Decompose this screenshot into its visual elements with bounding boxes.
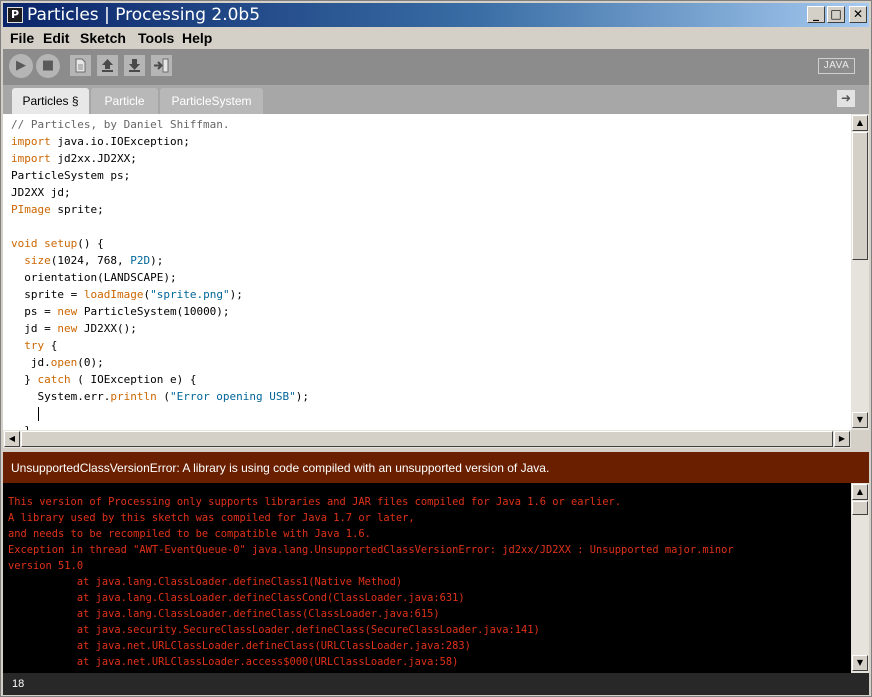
status-message: UnsupportedClassVersionError: A library … xyxy=(11,461,550,475)
code-line: } catch ( IOException e) { xyxy=(11,373,197,386)
console-vertical-scrollbar[interactable]: ▲ ▼ xyxy=(851,483,869,673)
menu-sketch[interactable]: Sketch xyxy=(80,29,126,47)
code-line: jd = new JD2XX(); xyxy=(11,322,137,335)
console-line: A library used by this sketch was compil… xyxy=(8,512,415,524)
console-line: at java.lang.ClassLoader.defineClass(Cla… xyxy=(8,608,440,620)
console-line: and needs to be recompiled to be compati… xyxy=(8,528,371,540)
arrow-right-icon: ▶ xyxy=(838,434,846,443)
new-button[interactable] xyxy=(70,55,91,76)
tab-particles[interactable]: Particles § xyxy=(12,88,89,114)
console-line: at java.net.URLClassLoader.access$000(UR… xyxy=(8,656,459,668)
tab-bar: Particles § Particle ParticleSystem ➜ xyxy=(3,85,869,114)
scroll-right-button[interactable]: ▶ xyxy=(834,431,850,447)
scroll-up-button[interactable]: ▲ xyxy=(852,115,868,131)
mode-selector[interactable]: JAVA xyxy=(818,58,855,74)
save-button[interactable] xyxy=(124,55,145,76)
editor-vertical-scrollbar[interactable]: ▲ ▼ xyxy=(851,114,869,430)
console-output[interactable]: This version of Processing only supports… xyxy=(3,483,851,673)
open-button[interactable] xyxy=(97,55,118,76)
maximize-button[interactable]: □ xyxy=(827,6,845,23)
close-button[interactable]: ✕ xyxy=(849,6,867,23)
console-line: version 51.0 xyxy=(8,560,84,572)
scroll-left-button[interactable]: ◀ xyxy=(4,431,20,447)
console-line: at java.lang.ClassLoader.defineClassCond… xyxy=(8,592,465,604)
arrow-up-icon: ▲ xyxy=(856,118,864,127)
tab-particle[interactable]: Particle xyxy=(91,88,158,114)
minimize-button[interactable]: _ xyxy=(807,6,825,23)
export-button[interactable] xyxy=(151,55,172,76)
code-line: import jd2xx.JD2XX; xyxy=(11,152,137,165)
export-icon xyxy=(154,58,169,73)
code-line: } xyxy=(11,422,309,430)
code-line: // Particles, by Daniel Shiffman. xyxy=(11,118,230,131)
console-line: Exception in thread "AWT-EventQueue-0" j… xyxy=(8,544,734,556)
code-line: jd.open(0); xyxy=(11,356,104,369)
code-line: try { xyxy=(24,339,58,352)
tab-particlesystem[interactable]: ParticleSystem xyxy=(160,88,263,114)
text-caret xyxy=(37,407,39,421)
code-line: System.err.println ("Error opening USB")… xyxy=(11,390,310,403)
console-line: at java.net.URLClassLoader.defineClass(U… xyxy=(8,640,471,652)
play-icon: ▶ xyxy=(16,58,26,73)
console-scroll-up-button[interactable]: ▲ xyxy=(852,484,868,500)
title-bar[interactable]: P Particles | Processing 2.0b5 _ □ ✕ xyxy=(3,3,869,27)
console-scroll-down-button[interactable]: ▼ xyxy=(852,655,868,671)
code-line: import java.io.IOException; xyxy=(11,135,190,148)
code-line: JD2XX jd; xyxy=(11,186,71,199)
stop-icon: ■ xyxy=(41,58,55,73)
toolbar: ▶ ■ JAVA xyxy=(3,49,869,85)
scroll-down-button[interactable]: ▼ xyxy=(852,412,868,428)
code-line: size(1024, 768, P2D); xyxy=(24,254,164,267)
arrow-down-icon: ▼ xyxy=(856,415,864,424)
stop-button[interactable]: ■ xyxy=(36,54,60,78)
code-line xyxy=(11,405,309,422)
horizontal-scroll-thumb[interactable] xyxy=(21,431,833,447)
open-icon xyxy=(102,59,113,72)
menu-edit[interactable]: Edit xyxy=(43,29,69,47)
save-icon xyxy=(129,59,140,72)
code-line: void setup() { xyxy=(11,237,104,250)
scroll-thumb[interactable] xyxy=(852,132,868,260)
code-lines: // Particles, by Daniel Shiffman. import… xyxy=(11,116,309,430)
processing-app-icon: P xyxy=(7,7,23,23)
run-button[interactable]: ▶ xyxy=(9,54,33,78)
window-title: Particles | Processing 2.0b5 xyxy=(27,5,261,25)
new-document-icon xyxy=(75,58,86,73)
menu-bar: File Edit Sketch Tools Help xyxy=(3,27,869,49)
code-line: ps = new ParticleSystem(10000); xyxy=(11,305,230,318)
arrow-up-icon: ▲ xyxy=(856,487,864,496)
console-line: This version of Processing only supports… xyxy=(8,496,622,508)
menu-file[interactable]: File xyxy=(10,29,34,47)
tab-menu-button[interactable]: ➜ xyxy=(837,90,855,107)
app-window: P Particles | Processing 2.0b5 _ □ ✕ Fil… xyxy=(0,0,872,697)
code-line: sprite = loadImage("sprite.png"); xyxy=(11,288,243,301)
arrow-left-icon: ◀ xyxy=(8,434,16,443)
code-line: PImage sprite; xyxy=(11,203,104,216)
arrow-down-icon: ▼ xyxy=(856,658,864,667)
console-lines: This version of Processing only supports… xyxy=(8,494,734,670)
footer-bar: 18 xyxy=(3,673,869,695)
menu-tools[interactable]: Tools xyxy=(138,29,174,47)
line-number-indicator: 18 xyxy=(12,678,25,690)
code-line: orientation(LANDSCAPE); xyxy=(11,271,177,284)
console-scroll-thumb[interactable] xyxy=(852,501,868,515)
code-editor[interactable]: // Particles, by Daniel Shiffman. import… xyxy=(3,114,851,430)
scrollbar-corner xyxy=(851,430,869,448)
editor-horizontal-scrollbar[interactable]: ◀ ▶ xyxy=(3,430,851,448)
menu-help[interactable]: Help xyxy=(182,29,212,47)
arrow-right-icon: ➜ xyxy=(840,91,852,105)
console-line: at java.security.SecureClassLoader.defin… xyxy=(8,624,540,636)
error-status-bar: UnsupportedClassVersionError: A library … xyxy=(3,452,869,483)
console-line: at java.lang.ClassLoader.defineClass1(Na… xyxy=(8,576,403,588)
code-line: ParticleSystem ps; xyxy=(11,169,131,182)
